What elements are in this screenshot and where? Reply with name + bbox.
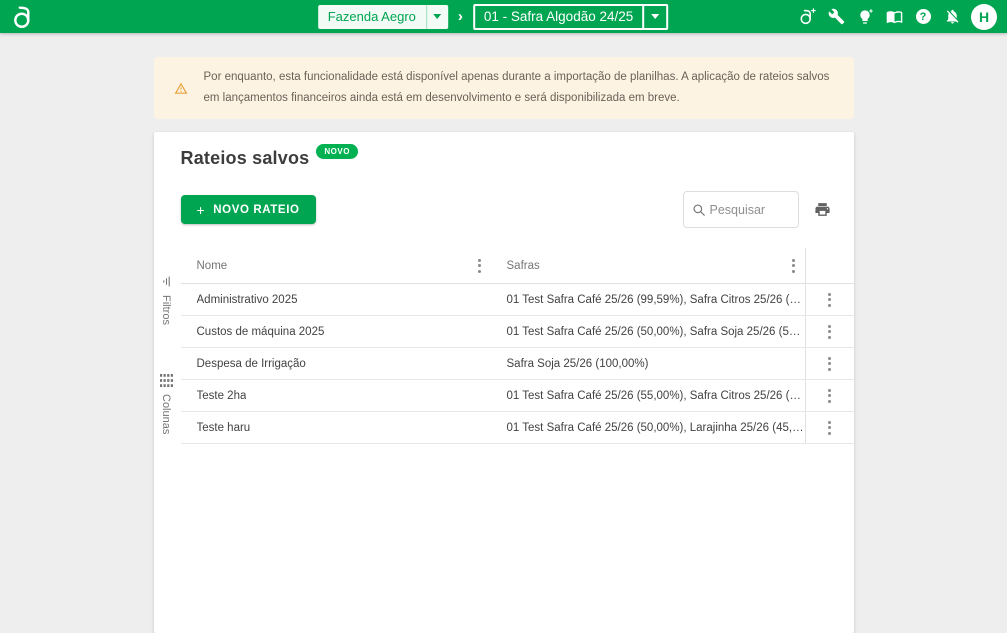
book-icon[interactable] (884, 7, 904, 27)
top-bar: Fazenda Aegro › 01 - Safra Algodão 24/25 (0, 0, 1007, 33)
row-nome: Teste haru (197, 422, 251, 434)
chevron-down-icon (426, 5, 448, 29)
table-row[interactable]: Teste 2ha 01 Test Safra Café 25/26 (55,0… (181, 380, 854, 412)
aegro-logo[interactable] (0, 4, 36, 30)
column-header-nome: Nome (197, 260, 228, 272)
print-button[interactable] (814, 201, 831, 218)
aegro-logo-icon (10, 4, 36, 30)
row-nome: Custos de máquina 2025 (197, 326, 325, 338)
novo-badge: NOVO (316, 144, 358, 159)
actions-column-header (805, 248, 854, 283)
row-safras: 01 Test Safra Café 25/26 (50,00%), Safra… (507, 326, 805, 338)
row-nome: Teste 2ha (197, 390, 247, 402)
grid-icon (160, 374, 173, 387)
printer-icon (814, 201, 831, 218)
row-safras: 01 Test Safra Café 25/26 (50,00%), Laraj… (507, 422, 805, 434)
rateios-card: Filtros Colunas Rateios salvos NOVO + NO… (154, 132, 854, 633)
season-selector-label: 01 - Safra Algodão 24/25 (475, 6, 642, 28)
search-icon (692, 203, 706, 217)
farm-selector[interactable]: Fazenda Aegro (318, 5, 448, 29)
new-rateio-button[interactable]: + NOVO RATEIO (181, 195, 316, 224)
row-menu-button[interactable] (824, 353, 835, 375)
row-menu-button[interactable] (824, 385, 835, 407)
season-selector[interactable]: 01 - Safra Algodão 24/25 (473, 4, 668, 30)
row-menu-button[interactable] (824, 417, 835, 439)
table-row[interactable]: Administrativo 2025 01 Test Safra Café 2… (181, 284, 854, 316)
side-tab-colunas[interactable]: Colunas (160, 374, 173, 434)
column-menu-safras[interactable] (788, 255, 799, 277)
page-title: Rateios salvos (181, 148, 310, 169)
row-menu-button[interactable] (824, 289, 835, 311)
column-menu-nome[interactable] (474, 255, 485, 277)
table-row[interactable]: Custos de máquina 2025 01 Test Safra Caf… (181, 316, 854, 348)
farm-selector-label: Fazenda Aegro (318, 5, 426, 29)
new-rateio-button-label: NOVO RATEIO (213, 204, 299, 216)
row-menu-button[interactable] (824, 321, 835, 343)
row-safras: 01 Test Safra Café 25/26 (55,00%), Safra… (507, 390, 805, 402)
table-row[interactable]: Teste haru 01 Test Safra Café 25/26 (50,… (181, 412, 854, 444)
warning-banner: Por enquanto, esta funcionalidade está d… (154, 57, 854, 119)
notifications-off-icon[interactable] (942, 7, 962, 27)
wrench-icon[interactable] (826, 7, 846, 27)
help-icon[interactable]: ? (913, 7, 933, 27)
chevron-down-icon (642, 6, 666, 28)
table-body: Administrativo 2025 01 Test Safra Café 2… (181, 284, 854, 444)
row-nome: Despesa de Irrigação (197, 358, 306, 370)
lightbulb-plus-icon[interactable] (855, 7, 875, 27)
avatar[interactable]: H (971, 4, 997, 30)
filter-icon (160, 275, 173, 288)
row-safras: 01 Test Safra Café 25/26 (99,59%), Safra… (507, 294, 805, 306)
search-box (683, 191, 799, 228)
table-row[interactable]: Despesa de Irrigação Safra Soja 25/26 (1… (181, 348, 854, 380)
row-nome: Administrativo 2025 (197, 294, 298, 306)
breadcrumb-separator: › (458, 8, 463, 25)
warning-icon (174, 79, 188, 98)
plus-icon: + (197, 202, 206, 218)
side-tab-colunas-label: Colunas (160, 394, 172, 434)
row-safras: Safra Soja 25/26 (100,00%) (507, 358, 649, 370)
column-header-safras: Safras (507, 260, 540, 272)
table-header-row: Nome Safras (181, 248, 854, 284)
aegro-add-icon[interactable] (797, 7, 817, 27)
side-tab-filtros[interactable]: Filtros (160, 275, 173, 325)
rateios-table: Nome Safras Administrativo 2025 01 Test … (181, 248, 854, 444)
side-tab-filtros-label: Filtros (160, 295, 172, 325)
help-glyph: ? (916, 9, 931, 24)
warning-banner-text: Por enquanto, esta funcionalidade está d… (204, 67, 834, 109)
